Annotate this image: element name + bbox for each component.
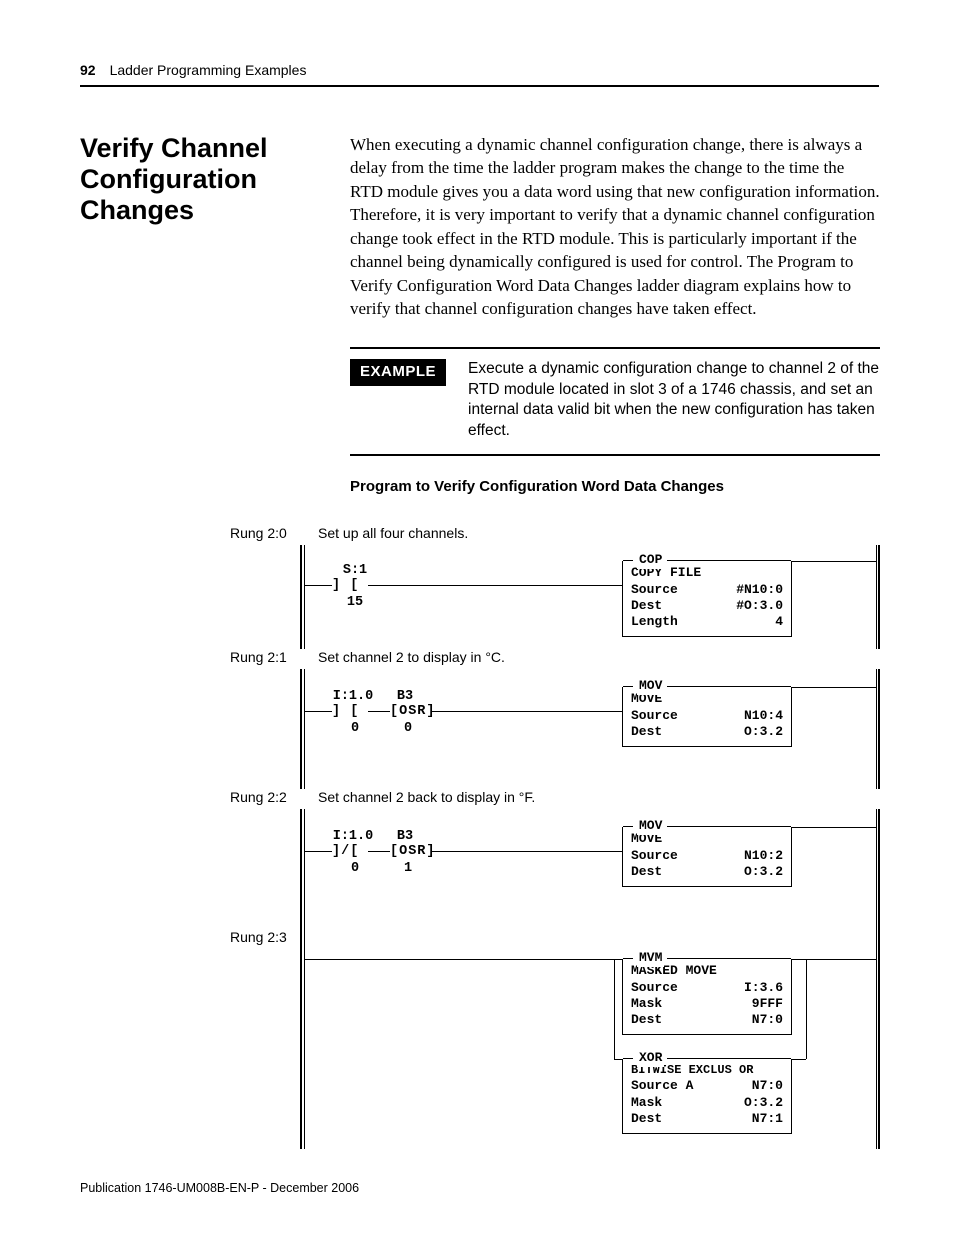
rung-caption: Set channel 2 to display in °C.	[318, 649, 880, 665]
page-header: 92 Ladder Programming Examples	[80, 62, 879, 87]
mov-instruction-box: MOV MOVE SourceN10:2 DestO:3.2	[622, 827, 792, 887]
osr-icon: [OSR]	[390, 704, 436, 719]
section-name: Ladder Programming Examples	[110, 62, 307, 78]
rung-label: Rung 2:1	[230, 649, 287, 665]
xor-instruction-box: XOR BITWISE EXCLUS OR Source AN7:0 MaskO…	[622, 1059, 792, 1134]
rung-label: Rung 2:0	[230, 525, 287, 541]
contact-address: B3	[390, 829, 420, 844]
contact-address: B3	[390, 689, 420, 704]
contact-bit: 15	[335, 595, 375, 610]
page-number: 92	[80, 62, 96, 78]
example-tag: EXAMPLE	[350, 359, 446, 386]
cop-instruction-box: COP COPY FILE Source#N10:0 Dest#O:3.0 Le…	[622, 561, 792, 637]
xic-contact-icon: ] [	[332, 578, 359, 593]
xic-contact-icon: ] [	[332, 704, 359, 719]
contact-address: I:1.0	[328, 829, 378, 844]
instruction-mnemonic: COP	[637, 552, 664, 568]
publication-footer: Publication 1746-UM008B-EN-P - December …	[80, 1181, 359, 1195]
instruction-mnemonic: MVM	[637, 950, 664, 966]
xio-contact-icon: ]/[	[332, 844, 359, 859]
rung-caption: Set up all four channels.	[318, 525, 880, 541]
rung-label: Rung 2:2	[230, 789, 287, 805]
contact-bit: 1	[393, 861, 423, 876]
example-callout: EXAMPLE Execute a dynamic configuration …	[350, 347, 880, 457]
ladder-diagram: Rung 2:0 Set up all four channels. S:1 ]…	[300, 525, 880, 1149]
instruction-mnemonic: XOR	[637, 1050, 664, 1066]
example-text: Execute a dynamic configuration change t…	[468, 359, 880, 443]
rung-caption: Set channel 2 back to display in °F.	[318, 789, 880, 805]
osr-icon: [OSR]	[390, 844, 436, 859]
diagram-title: Program to Verify Configuration Word Dat…	[350, 478, 880, 495]
contact-bit: 0	[393, 721, 423, 736]
contact-address: S:1	[335, 563, 375, 578]
contact-address: I:1.0	[328, 689, 378, 704]
contact-bit: 0	[335, 721, 375, 736]
instruction-mnemonic: MOV	[637, 678, 664, 694]
rung-label: Rung 2:3	[230, 929, 287, 945]
mov-instruction-box: MOV MOVE SourceN10:4 DestO:3.2	[622, 687, 792, 747]
mvm-instruction-box: MVM MASKED MOVE SourceI:3.6 Mask9FFF Des…	[622, 959, 792, 1035]
page-heading: Verify Channel Configuration Changes	[80, 133, 320, 226]
instruction-mnemonic: MOV	[637, 818, 664, 834]
contact-bit: 0	[335, 861, 375, 876]
body-paragraph: When executing a dynamic channel configu…	[350, 133, 880, 321]
